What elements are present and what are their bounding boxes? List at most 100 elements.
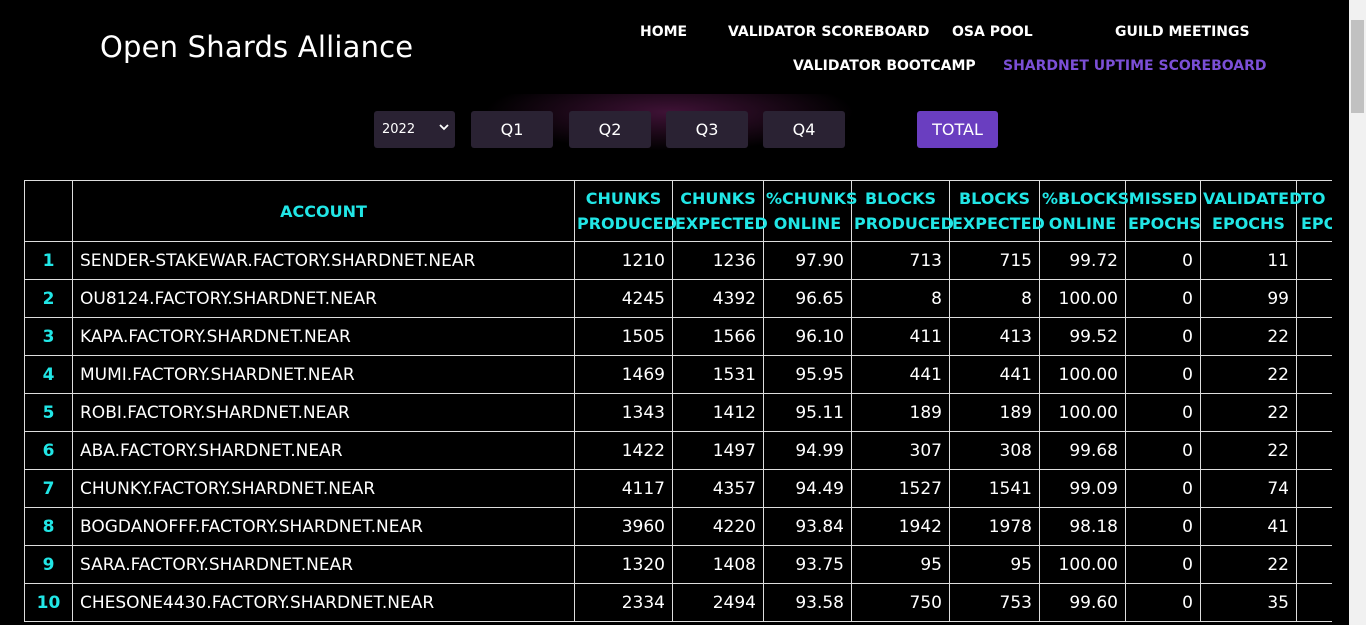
cell-blocks-expected: 413 (949, 317, 1040, 356)
cell-blocks-expected: 189 (949, 393, 1040, 432)
cell-blocks-produced: 713 (851, 241, 950, 280)
cell-blocks-expected: 715 (949, 241, 1040, 280)
total-button[interactable]: TOTAL (917, 111, 998, 148)
year-select-value: 2022 (382, 122, 416, 137)
cell-account: KAPA.FACTORY.SHARDNET.NEAR (72, 317, 575, 356)
cell-total-epochs (1296, 241, 1332, 280)
scrollbar-thumb[interactable] (1351, 20, 1364, 113)
cell-chunks-online: 96.10 (763, 317, 852, 356)
col-header-chunks-online[interactable]: %CHUNKS ONLINE (763, 180, 857, 242)
cell-rank: 1 (24, 241, 73, 280)
cell-rank: 7 (24, 469, 73, 508)
cell-account: MUMI.FACTORY.SHARDNET.NEAR (72, 355, 575, 394)
cell-chunks-expected: 1531 (672, 355, 764, 394)
cell-chunks-expected: 1236 (672, 241, 764, 280)
col-header-blocks-produced[interactable]: BLOCKS PRODUCED (851, 180, 954, 242)
col-header-chunks-produced[interactable]: CHUNKS PRODUCED (574, 180, 677, 242)
table-row[interactable]: 7 CHUNKY.FACTORY.SHARDNET.NEAR 4117 4357 94.… (24, 469, 1332, 508)
cell-blocks-produced: 750 (851, 583, 950, 622)
cell-blocks-produced: 189 (851, 393, 950, 432)
cell-missed-epochs: 0 (1125, 507, 1201, 546)
q1-button[interactable]: Q1 (471, 111, 553, 148)
cell-total-epochs (1296, 393, 1332, 432)
cell-blocks-online: 99.60 (1039, 583, 1126, 622)
cell-chunks-expected: 1497 (672, 431, 764, 470)
uptime-table: ACCOUNT CHUNKS PRODUCED CHUNKS EXPECTED %C… (24, 180, 1332, 622)
table-row[interactable]: 9 SARA.FACTORY.SHARDNET.NEAR 1320 1408 93.75… (24, 545, 1332, 584)
cell-chunks-produced: 1320 (574, 545, 673, 584)
table-row[interactable]: 6 ABA.FACTORY.SHARDNET.NEAR 1422 1497 94.99 3… (24, 431, 1332, 470)
nav-home[interactable]: HOME (640, 24, 687, 40)
col-header-missed-epochs[interactable]: MISSED EPOCHS (1125, 180, 1201, 242)
cell-blocks-produced: 1527 (851, 469, 950, 508)
col-header-validated-epochs[interactable]: VALIDATED EPOCHS (1200, 180, 1302, 242)
cell-blocks-expected: 441 (949, 355, 1040, 394)
cell-missed-epochs: 0 (1125, 355, 1201, 394)
cell-chunks-produced: 1469 (574, 355, 673, 394)
year-select[interactable]: 2022 (374, 111, 455, 148)
cell-validated-epochs: 11 (1200, 241, 1297, 280)
cell-chunks-online: 94.99 (763, 431, 852, 470)
cell-validated-epochs: 22 (1200, 355, 1297, 394)
col-header-blocks-expected[interactable]: BLOCKS EXPECTED (949, 180, 1045, 242)
cell-blocks-produced: 441 (851, 355, 950, 394)
cell-missed-epochs: 0 (1125, 241, 1201, 280)
cell-chunks-online: 97.90 (763, 241, 852, 280)
cell-blocks-produced: 8 (851, 279, 950, 318)
table-row[interactable]: 2 OU8124.FACTORY.SHARDNET.NEAR 4245 4392 96.… (24, 279, 1332, 318)
nav-osa-pool[interactable]: OSA POOL (952, 24, 1033, 40)
cell-account: ROBI.FACTORY.SHARDNET.NEAR (72, 393, 575, 432)
cell-account: SARA.FACTORY.SHARDNET.NEAR (72, 545, 575, 584)
cell-validated-epochs: 35 (1200, 583, 1297, 622)
chevron-down-icon (439, 124, 449, 131)
cell-chunks-expected: 1408 (672, 545, 764, 584)
cell-rank: 4 (24, 355, 73, 394)
cell-chunks-expected: 4357 (672, 469, 764, 508)
cell-blocks-expected: 8 (949, 279, 1040, 318)
cell-rank: 2 (24, 279, 73, 318)
table-row[interactable]: 4 MUMI.FACTORY.SHARDNET.NEAR 1469 1531 95.95… (24, 355, 1332, 394)
cell-missed-epochs: 0 (1125, 317, 1201, 356)
cell-blocks-expected: 1541 (949, 469, 1040, 508)
table-row[interactable]: 3 KAPA.FACTORY.SHARDNET.NEAR 1505 1566 96.10… (24, 317, 1332, 356)
table-row[interactable]: 1 SENDER-STAKEWAR.FACTORY.SHARDNET.NEAR 12… (24, 241, 1332, 280)
cell-blocks-produced: 411 (851, 317, 950, 356)
table-row[interactable]: 8 BOGDANOFFF.FACTORY.SHARDNET.NEAR 3960 422… (24, 507, 1332, 546)
cell-blocks-online: 99.09 (1039, 469, 1126, 508)
table-row[interactable]: 10 CHESONE4430.FACTORY.SHARDNET.NEAR 2334 2… (24, 583, 1332, 622)
cell-chunks-expected: 4220 (672, 507, 764, 546)
cell-rank: 3 (24, 317, 73, 356)
col-header-total-epochs[interactable]: TO EPO (1296, 180, 1332, 242)
col-header-blocks-online[interactable]: %BLOCKS ONLINE (1039, 180, 1129, 242)
q3-button[interactable]: Q3 (666, 111, 748, 148)
cell-blocks-produced: 95 (851, 545, 950, 584)
cell-chunks-expected: 1412 (672, 393, 764, 432)
cell-account: SENDER-STAKEWAR.FACTORY.SHARDNET.NEAR (72, 241, 575, 280)
nav-validator-scoreboard[interactable]: VALIDATOR SCOREBOARD (728, 24, 929, 40)
cell-blocks-online: 100.00 (1039, 545, 1126, 584)
col-header-chunks-expected[interactable]: CHUNKS EXPECTED (672, 180, 768, 242)
cell-validated-epochs: 22 (1200, 431, 1297, 470)
cell-chunks-online: 95.95 (763, 355, 852, 394)
cell-chunks-online: 93.75 (763, 545, 852, 584)
cell-blocks-expected: 1978 (949, 507, 1040, 546)
table-row[interactable]: 5 ROBI.FACTORY.SHARDNET.NEAR 1343 1412 95.11… (24, 393, 1332, 432)
nav-validator-bootcamp[interactable]: VALIDATOR BOOTCAMP (793, 58, 976, 74)
page-scrollbar[interactable] (1349, 0, 1366, 625)
cell-total-epochs (1296, 317, 1332, 356)
q4-button[interactable]: Q4 (763, 111, 845, 148)
cell-rank: 5 (24, 393, 73, 432)
site-title[interactable]: Open Shards Alliance (100, 30, 413, 64)
nav-shardnet-uptime-scoreboard[interactable]: SHARDNET UPTIME SCOREBOARD (1003, 58, 1267, 74)
cell-total-epochs (1296, 583, 1332, 622)
cell-blocks-produced: 1942 (851, 507, 950, 546)
cell-chunks-produced: 2334 (574, 583, 673, 622)
cell-blocks-online: 100.00 (1039, 393, 1126, 432)
col-header-account[interactable]: ACCOUNT (72, 180, 575, 242)
cell-missed-epochs: 0 (1125, 545, 1201, 584)
cell-chunks-produced: 1422 (574, 431, 673, 470)
nav-guild-meetings[interactable]: GUILD MEETINGS (1115, 24, 1250, 40)
q2-button[interactable]: Q2 (569, 111, 651, 148)
cell-blocks-online: 99.72 (1039, 241, 1126, 280)
cell-blocks-expected: 753 (949, 583, 1040, 622)
